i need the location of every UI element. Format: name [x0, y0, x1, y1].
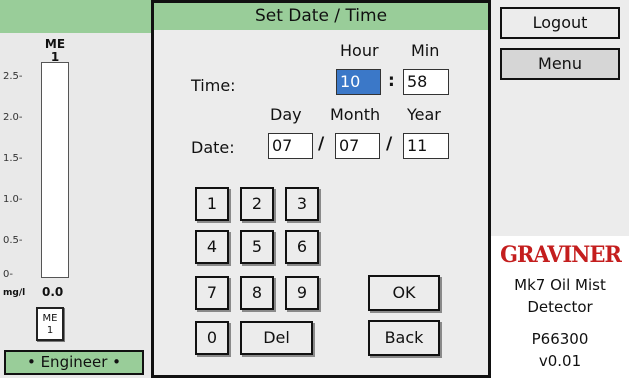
key-5[interactable]: 5 [240, 230, 274, 264]
part-number: P66300 [531, 330, 589, 348]
gauge-panel-header [0, 0, 151, 33]
side-panel: Logout Menu GRAVINER Mk7 Oil Mist Detect… [491, 0, 629, 378]
ok-button[interactable]: OK [368, 275, 440, 311]
scale-tick: 1.0- [3, 194, 23, 205]
hour-field[interactable]: 10 [336, 69, 381, 95]
month-header: Month [330, 105, 381, 124]
key-0[interactable]: 0 [195, 321, 229, 355]
delete-button[interactable]: Del [240, 321, 313, 355]
set-date-time-dialog: Set Date / Time Hour Min Time: 10 : 58 D… [151, 0, 491, 378]
hour-value: 10 [340, 72, 361, 91]
version: v0.01 [538, 352, 582, 370]
date-separator: / [318, 134, 325, 154]
hour-header: Hour [340, 41, 379, 60]
month-field[interactable]: 07 [335, 133, 380, 159]
year-field[interactable]: 11 [403, 133, 449, 159]
access-level-badge: • Engineer • [4, 350, 144, 375]
key-4[interactable]: 4 [195, 230, 229, 264]
key-7[interactable]: 7 [195, 276, 229, 310]
unit-label: mg/l [3, 288, 26, 298]
brand-panel: GRAVINER Mk7 Oil Mist Detector P66300 v0… [491, 236, 629, 378]
dialog-title: Set Date / Time [154, 3, 488, 30]
menu-button[interactable]: Menu [500, 48, 620, 80]
scale-tick: 2.5- [3, 71, 23, 82]
month-value: 07 [339, 136, 360, 155]
channel-name: ME [44, 37, 66, 51]
logout-button[interactable]: Logout [500, 7, 620, 39]
key-9[interactable]: 9 [285, 276, 319, 310]
channel-button-name: ME [42, 313, 58, 324]
back-button[interactable]: Back [368, 320, 440, 356]
reading-value: 0.0 [42, 285, 64, 299]
day-value: 07 [272, 136, 293, 155]
product-name: Mk7 Oil Mist [514, 276, 606, 294]
key-3[interactable]: 3 [285, 187, 319, 221]
day-field[interactable]: 07 [268, 133, 313, 159]
time-separator: : [388, 71, 395, 91]
min-header: Min [411, 41, 440, 60]
key-1[interactable]: 1 [195, 187, 229, 221]
key-8[interactable]: 8 [240, 276, 274, 310]
scale-tick: 0- [3, 269, 13, 280]
scale-tick: 2.0- [3, 112, 23, 123]
channel-button[interactable]: ME 1 [36, 307, 64, 341]
time-label: Time: [191, 76, 236, 95]
channel-button-number: 1 [46, 325, 54, 336]
gauge-panel: ME 1 2.5- 2.0- 1.5- 1.0- 0.5- 0- mg/l 0.… [0, 0, 151, 378]
minute-field[interactable]: 58 [403, 69, 449, 95]
scale-tick: 1.5- [3, 153, 23, 164]
date-separator: / [386, 134, 393, 154]
gauge-bar [41, 62, 69, 278]
product-type: Detector [527, 298, 593, 316]
key-6[interactable]: 6 [285, 230, 319, 264]
key-2[interactable]: 2 [240, 187, 274, 221]
graviner-logo: GRAVINER [500, 242, 622, 268]
year-header: Year [407, 105, 441, 124]
date-label: Date: [191, 138, 235, 157]
day-header: Day [270, 105, 302, 124]
scale-tick: 0.5- [3, 235, 23, 246]
year-value: 11 [407, 136, 428, 155]
minute-value: 58 [407, 72, 428, 91]
